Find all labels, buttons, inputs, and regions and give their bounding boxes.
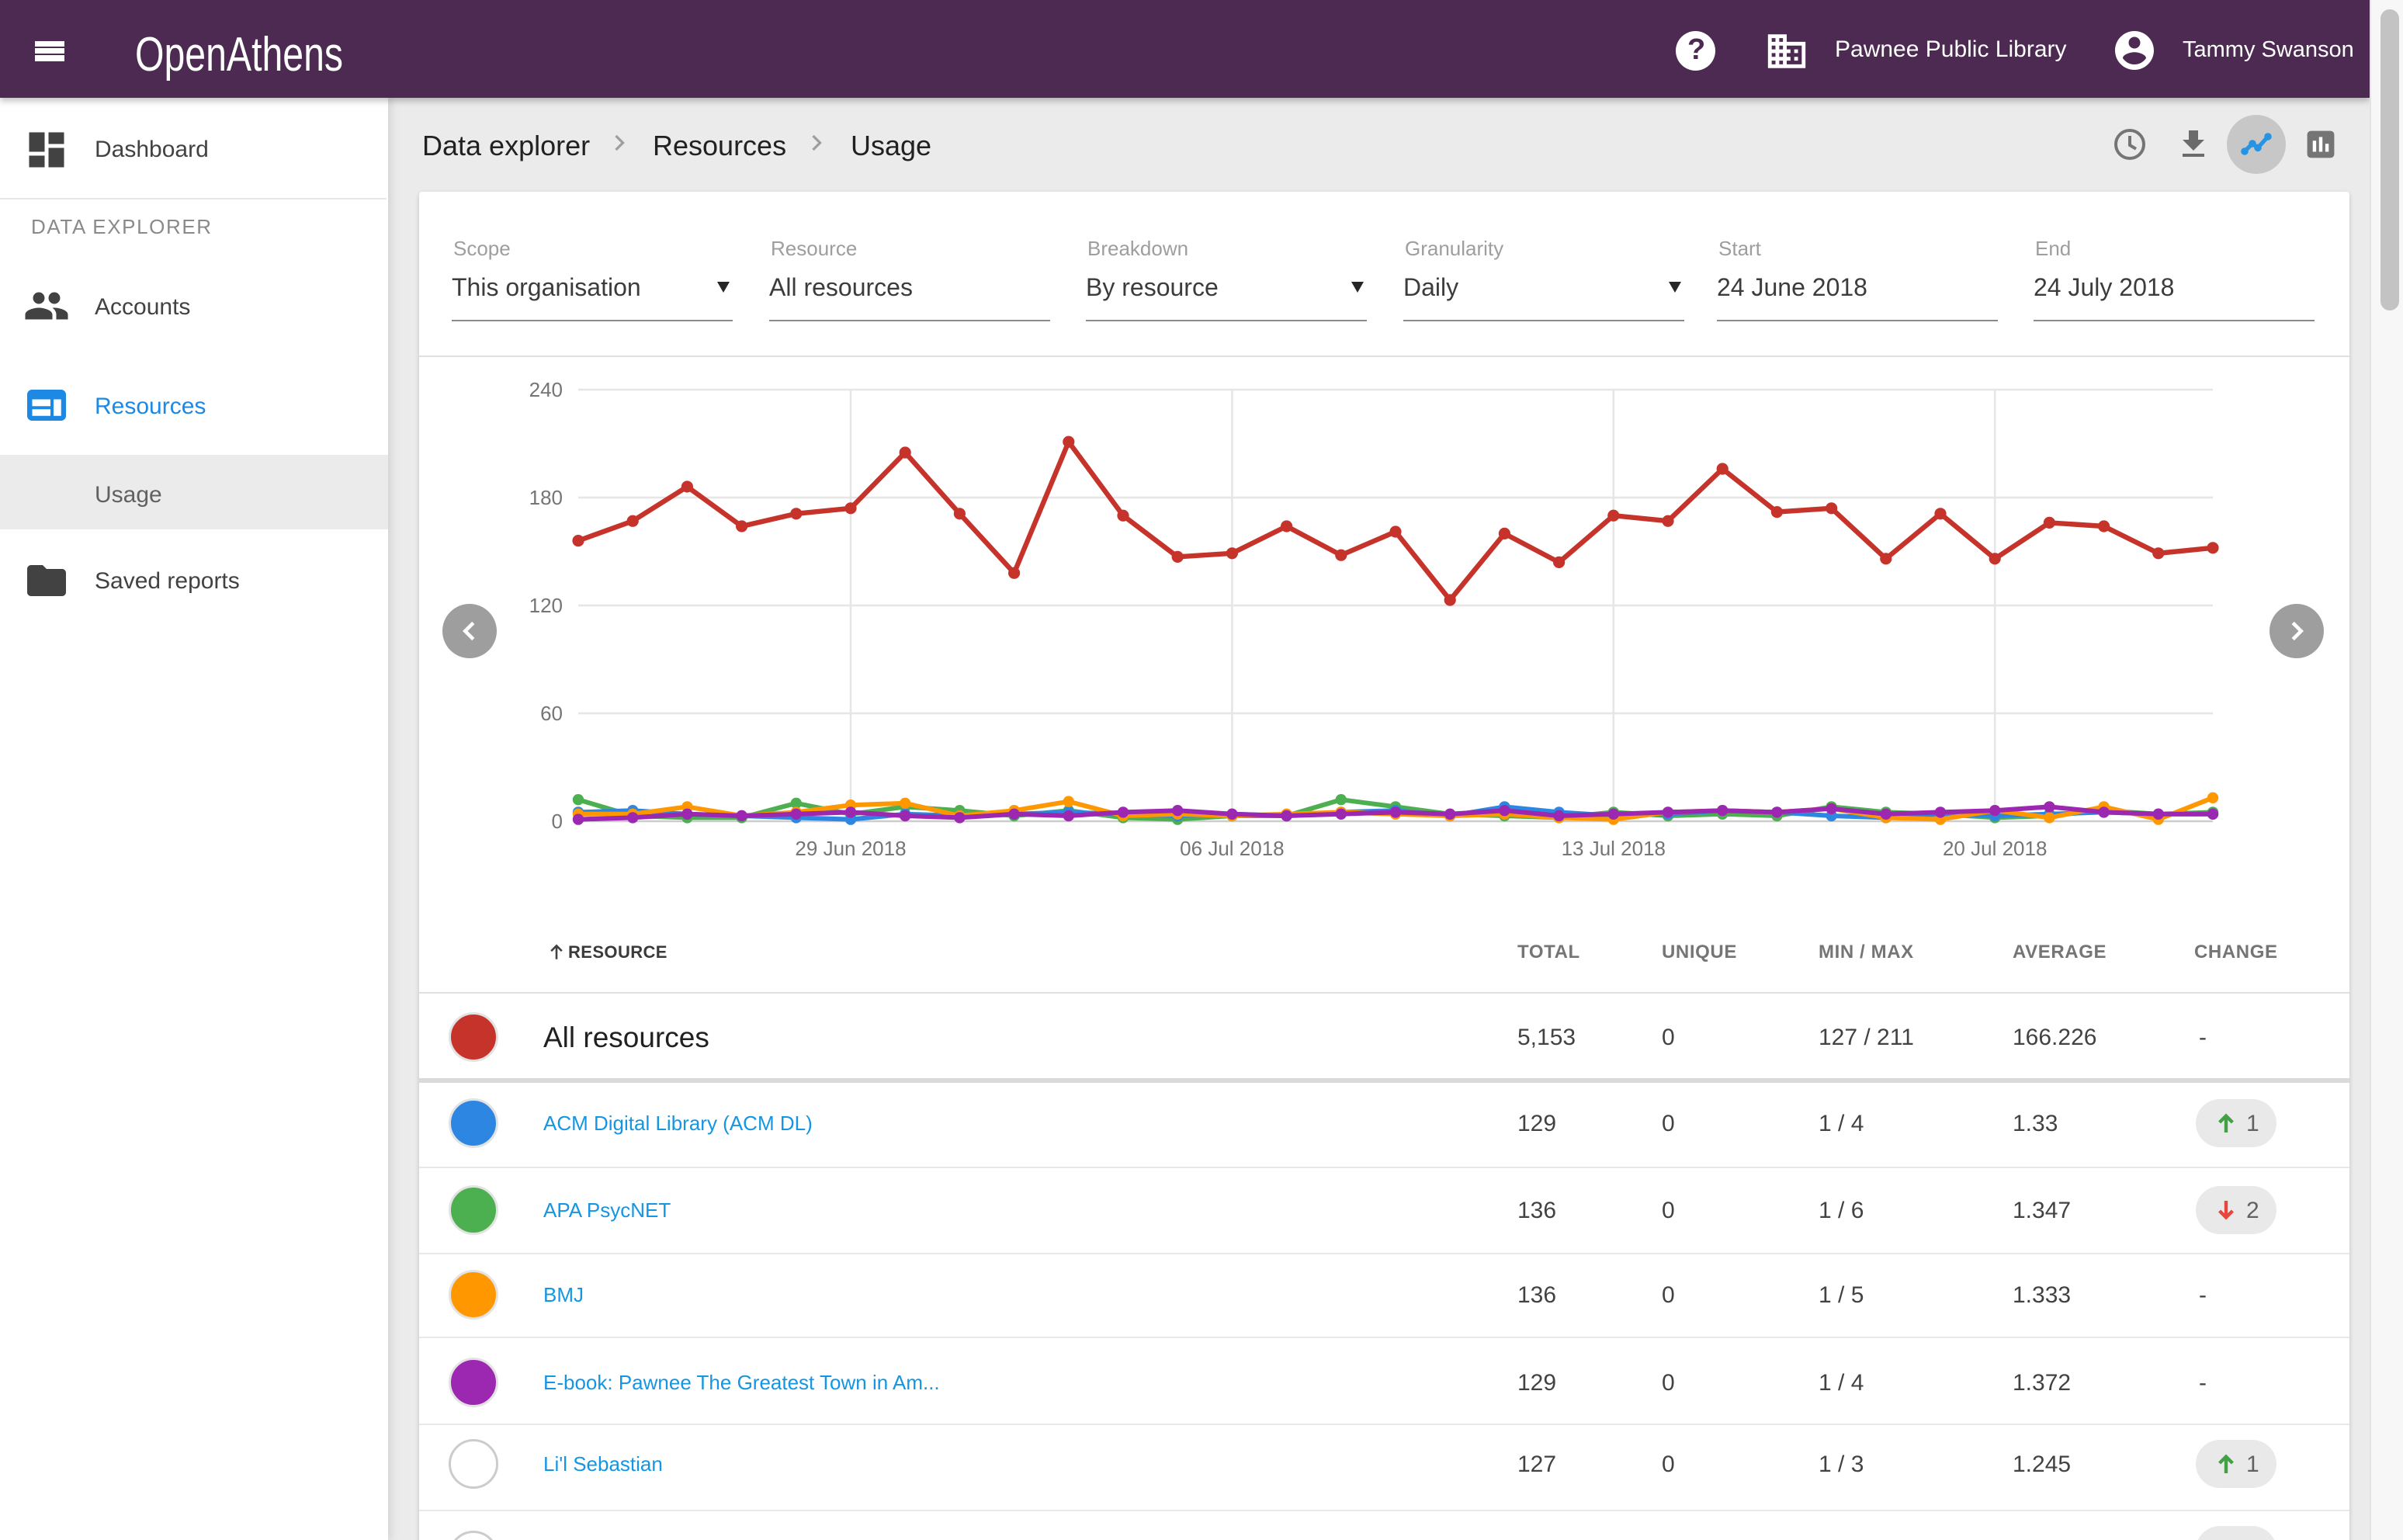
svg-text:OpenAthens: OpenAthens bbox=[135, 28, 343, 82]
svg-text:120: 120 bbox=[529, 594, 563, 617]
svg-text:29 Jun 2018: 29 Jun 2018 bbox=[795, 837, 906, 860]
svg-text:0: 0 bbox=[552, 810, 563, 833]
svg-text:60: 60 bbox=[540, 702, 563, 725]
svg-text:180: 180 bbox=[529, 486, 563, 509]
svg-text:06 Jul 2018: 06 Jul 2018 bbox=[1180, 837, 1284, 860]
svg-text:240: 240 bbox=[529, 378, 563, 401]
svg-text:13 Jul 2018: 13 Jul 2018 bbox=[1562, 837, 1666, 860]
svg-text:20 Jul 2018: 20 Jul 2018 bbox=[1943, 837, 2047, 860]
